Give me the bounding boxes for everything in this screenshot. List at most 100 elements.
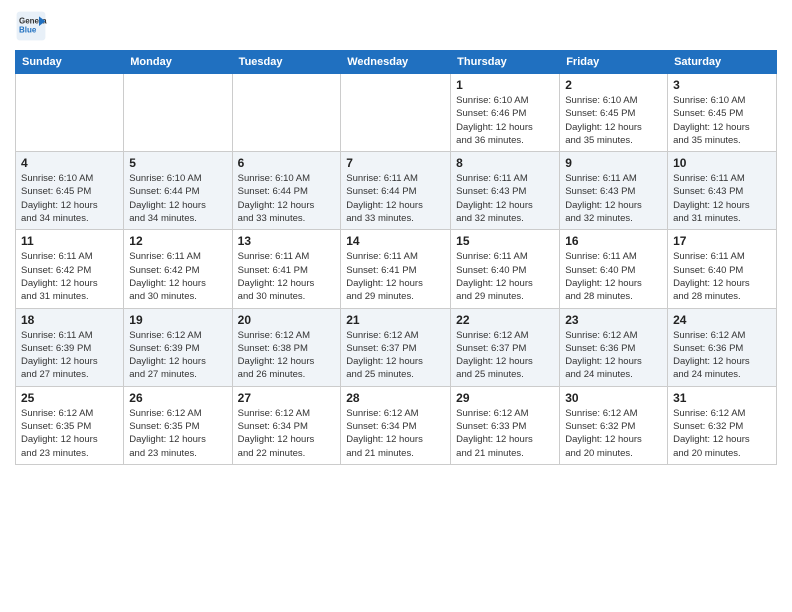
- day-number: 10: [673, 156, 771, 170]
- day-info: Sunrise: 6:12 AM Sunset: 6:33 PM Dayligh…: [456, 407, 554, 460]
- calendar-cell: [16, 74, 124, 152]
- calendar-cell: 25Sunrise: 6:12 AM Sunset: 6:35 PM Dayli…: [16, 386, 124, 464]
- cell-inner: 27Sunrise: 6:12 AM Sunset: 6:34 PM Dayli…: [238, 391, 336, 460]
- week-row-3: 11 Sunrise: 6:11 AM Sunset: 6:42 PM Dayli…: [16, 230, 777, 308]
- day-number: 12: [129, 234, 226, 248]
- cell-inner: 18 Sunrise: 6:11 AM Sunset: 6:39 PM Dayli…: [21, 313, 118, 382]
- day-number: 17: [673, 234, 771, 248]
- cell-inner: 10 Sunrise: 6:11 AM Sunset: 6:43 PM Dayli…: [673, 156, 771, 225]
- day-number: 22: [456, 313, 554, 327]
- day-number: 11: [21, 234, 118, 248]
- calendar-cell: 21Sunrise: 6:12 AM Sunset: 6:37 PM Dayli…: [341, 308, 451, 386]
- day-info: Sunrise: 6:11 AM Sunset: 6:43 PM Dayligh…: [565, 172, 662, 225]
- day-info: Sunrise: 6:11 AM Sunset: 6:43 PM Dayligh…: [673, 172, 771, 225]
- week-row-5: 25Sunrise: 6:12 AM Sunset: 6:35 PM Dayli…: [16, 386, 777, 464]
- cell-inner: 28Sunrise: 6:12 AM Sunset: 6:34 PM Dayli…: [346, 391, 445, 460]
- calendar-cell: [341, 74, 451, 152]
- cell-inner: 24Sunrise: 6:12 AM Sunset: 6:36 PM Dayli…: [673, 313, 771, 382]
- weekday-header-saturday: Saturday: [668, 51, 777, 74]
- calendar-cell: 6Sunrise: 6:10 AM Sunset: 6:44 PM Daylig…: [232, 152, 341, 230]
- calendar-cell: 27Sunrise: 6:12 AM Sunset: 6:34 PM Dayli…: [232, 386, 341, 464]
- weekday-header-friday: Friday: [560, 51, 668, 74]
- day-info: Sunrise: 6:10 AM Sunset: 6:45 PM Dayligh…: [673, 94, 771, 147]
- day-number: 26: [129, 391, 226, 405]
- day-number: 1: [456, 78, 554, 92]
- logo: General Blue: [15, 10, 47, 42]
- day-number: 9: [565, 156, 662, 170]
- day-number: 13: [238, 234, 336, 248]
- day-info: Sunrise: 6:11 AM Sunset: 6:41 PM Dayligh…: [238, 250, 336, 303]
- weekday-header-monday: Monday: [124, 51, 232, 74]
- cell-inner: 7Sunrise: 6:11 AM Sunset: 6:44 PM Daylig…: [346, 156, 445, 225]
- day-number: 8: [456, 156, 554, 170]
- day-number: 16: [565, 234, 662, 248]
- cell-inner: 2 Sunrise: 6:10 AM Sunset: 6:45 PM Daylig…: [565, 78, 662, 147]
- calendar-cell: 3Sunrise: 6:10 AM Sunset: 6:45 PM Daylig…: [668, 74, 777, 152]
- day-info: Sunrise: 6:12 AM Sunset: 6:37 PM Dayligh…: [456, 329, 554, 382]
- calendar-cell: 13 Sunrise: 6:11 AM Sunset: 6:41 PM Dayli…: [232, 230, 341, 308]
- day-number: 24: [673, 313, 771, 327]
- day-number: 18: [21, 313, 118, 327]
- calendar-cell: 5Sunrise: 6:10 AM Sunset: 6:44 PM Daylig…: [124, 152, 232, 230]
- cell-inner: 16 Sunrise: 6:11 AM Sunset: 6:40 PM Dayli…: [565, 234, 662, 303]
- calendar-cell: [232, 74, 341, 152]
- cell-inner: 3Sunrise: 6:10 AM Sunset: 6:45 PM Daylig…: [673, 78, 771, 147]
- header: General Blue: [15, 10, 777, 42]
- day-number: 21: [346, 313, 445, 327]
- day-info: Sunrise: 6:12 AM Sunset: 6:34 PM Dayligh…: [346, 407, 445, 460]
- calendar-table: SundayMondayTuesdayWednesdayThursdayFrid…: [15, 50, 777, 465]
- calendar-cell: 17 Sunrise: 6:11 AM Sunset: 6:40 PM Dayli…: [668, 230, 777, 308]
- calendar-cell: 14Sunrise: 6:11 AM Sunset: 6:41 PM Dayli…: [341, 230, 451, 308]
- cell-inner: 20Sunrise: 6:12 AM Sunset: 6:38 PM Dayli…: [238, 313, 336, 382]
- week-row-4: 18 Sunrise: 6:11 AM Sunset: 6:39 PM Dayli…: [16, 308, 777, 386]
- day-info: Sunrise: 6:11 AM Sunset: 6:41 PM Dayligh…: [346, 250, 445, 303]
- calendar-cell: 9 Sunrise: 6:11 AM Sunset: 6:43 PM Daylig…: [560, 152, 668, 230]
- day-info: Sunrise: 6:10 AM Sunset: 6:44 PM Dayligh…: [129, 172, 226, 225]
- day-info: Sunrise: 6:11 AM Sunset: 6:44 PM Dayligh…: [346, 172, 445, 225]
- day-info: Sunrise: 6:10 AM Sunset: 6:45 PM Dayligh…: [21, 172, 118, 225]
- day-number: 25: [21, 391, 118, 405]
- calendar-cell: 19Sunrise: 6:12 AM Sunset: 6:39 PM Dayli…: [124, 308, 232, 386]
- cell-inner: 19Sunrise: 6:12 AM Sunset: 6:39 PM Dayli…: [129, 313, 226, 382]
- day-number: 2: [565, 78, 662, 92]
- calendar-cell: 8 Sunrise: 6:11 AM Sunset: 6:43 PM Daylig…: [451, 152, 560, 230]
- cell-inner: 4 Sunrise: 6:10 AM Sunset: 6:45 PM Daylig…: [21, 156, 118, 225]
- logo-icon: General Blue: [15, 10, 47, 42]
- calendar-cell: 24Sunrise: 6:12 AM Sunset: 6:36 PM Dayli…: [668, 308, 777, 386]
- weekday-header-sunday: Sunday: [16, 51, 124, 74]
- calendar-cell: 4 Sunrise: 6:10 AM Sunset: 6:45 PM Daylig…: [16, 152, 124, 230]
- weekday-header-thursday: Thursday: [451, 51, 560, 74]
- weekday-header-wednesday: Wednesday: [341, 51, 451, 74]
- calendar-cell: 11 Sunrise: 6:11 AM Sunset: 6:42 PM Dayli…: [16, 230, 124, 308]
- day-info: Sunrise: 6:11 AM Sunset: 6:43 PM Dayligh…: [456, 172, 554, 225]
- calendar-cell: 16 Sunrise: 6:11 AM Sunset: 6:40 PM Dayli…: [560, 230, 668, 308]
- cell-inner: 30Sunrise: 6:12 AM Sunset: 6:32 PM Dayli…: [565, 391, 662, 460]
- cell-inner: 15Sunrise: 6:11 AM Sunset: 6:40 PM Dayli…: [456, 234, 554, 303]
- calendar-cell: 31Sunrise: 6:12 AM Sunset: 6:32 PM Dayli…: [668, 386, 777, 464]
- cell-inner: 22 Sunrise: 6:12 AM Sunset: 6:37 PM Dayli…: [456, 313, 554, 382]
- day-info: Sunrise: 6:11 AM Sunset: 6:40 PM Dayligh…: [565, 250, 662, 303]
- calendar-cell: 1Sunrise: 6:10 AM Sunset: 6:46 PM Daylig…: [451, 74, 560, 152]
- cell-inner: 29Sunrise: 6:12 AM Sunset: 6:33 PM Dayli…: [456, 391, 554, 460]
- day-number: 4: [21, 156, 118, 170]
- page-container: General Blue SundayMondayTuesdayWednesda…: [0, 0, 792, 475]
- day-number: 20: [238, 313, 336, 327]
- cell-inner: 14Sunrise: 6:11 AM Sunset: 6:41 PM Dayli…: [346, 234, 445, 303]
- calendar-cell: 23Sunrise: 6:12 AM Sunset: 6:36 PM Dayli…: [560, 308, 668, 386]
- day-number: 15: [456, 234, 554, 248]
- day-number: 27: [238, 391, 336, 405]
- day-info: Sunrise: 6:10 AM Sunset: 6:45 PM Dayligh…: [565, 94, 662, 147]
- day-info: Sunrise: 6:11 AM Sunset: 6:40 PM Dayligh…: [673, 250, 771, 303]
- cell-inner: 17 Sunrise: 6:11 AM Sunset: 6:40 PM Dayli…: [673, 234, 771, 303]
- day-info: Sunrise: 6:10 AM Sunset: 6:44 PM Dayligh…: [238, 172, 336, 225]
- weekday-header-tuesday: Tuesday: [232, 51, 341, 74]
- cell-inner: 31Sunrise: 6:12 AM Sunset: 6:32 PM Dayli…: [673, 391, 771, 460]
- day-number: 30: [565, 391, 662, 405]
- calendar-cell: 7Sunrise: 6:11 AM Sunset: 6:44 PM Daylig…: [341, 152, 451, 230]
- day-info: Sunrise: 6:11 AM Sunset: 6:42 PM Dayligh…: [21, 250, 118, 303]
- calendar-cell: 29Sunrise: 6:12 AM Sunset: 6:33 PM Dayli…: [451, 386, 560, 464]
- calendar-cell: [124, 74, 232, 152]
- week-row-1: 1Sunrise: 6:10 AM Sunset: 6:46 PM Daylig…: [16, 74, 777, 152]
- calendar-cell: 20Sunrise: 6:12 AM Sunset: 6:38 PM Dayli…: [232, 308, 341, 386]
- day-info: Sunrise: 6:11 AM Sunset: 6:39 PM Dayligh…: [21, 329, 118, 382]
